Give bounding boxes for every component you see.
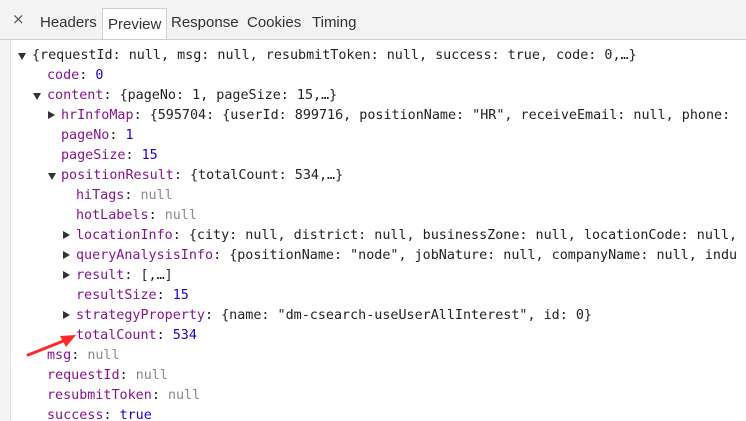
collapse-triangle-icon[interactable] <box>48 111 55 119</box>
root-preview: {requestId: null, msg: null, resubmitTok… <box>32 48 637 63</box>
hrinfomap-preview: {595704: {userId: 899716, positionName: … <box>149 108 731 123</box>
tree-row-totalcount: totalCount: 534 <box>76 328 197 343</box>
tree-row-hitags: hiTags: null <box>76 188 173 203</box>
expand-triangle-icon[interactable] <box>48 173 56 180</box>
tree-row-resultsize: resultSize: 15 <box>76 288 189 303</box>
tab-headers[interactable]: Headers <box>40 14 97 34</box>
collapse-triangle-icon[interactable] <box>63 231 70 239</box>
content-preview: {pageNo: 1, pageSize: 15,…} <box>119 88 338 103</box>
tree-row-success: success: true <box>47 408 152 421</box>
tab-timing[interactable]: Timing <box>312 14 356 34</box>
tree-row-pagesize: pageSize: 15 <box>61 148 158 163</box>
collapse-triangle-icon[interactable] <box>63 251 70 259</box>
tree-row-resubmittoken: resubmitToken: null <box>47 388 201 403</box>
tab-preview[interactable]: Preview <box>102 8 168 39</box>
collapse-triangle-icon[interactable] <box>63 311 70 319</box>
positionresult-preview: {totalCount: 534,…} <box>190 168 344 183</box>
tree-row-hotlabels: hotLabels: null <box>76 208 197 223</box>
tree-row-requestid: requestId: null <box>47 368 168 383</box>
devtools-tab-bar: × Headers Preview Response Cookies Timin… <box>0 0 746 40</box>
tab-cookies[interactable]: Cookies <box>247 14 301 34</box>
expand-triangle-icon[interactable] <box>18 53 26 60</box>
json-preview-tree: {requestId: null, msg: null, resubmitTok… <box>0 44 746 421</box>
tree-row-code: code: 0 <box>47 68 104 83</box>
collapse-triangle-icon[interactable] <box>63 271 70 279</box>
close-icon[interactable]: × <box>12 11 26 27</box>
expand-triangle-icon[interactable] <box>33 93 41 100</box>
red-arrow-annotation-icon <box>26 335 76 357</box>
tree-row-pageno: pageNo: 1 <box>61 128 134 143</box>
code-value: 0 <box>95 68 104 83</box>
tab-response[interactable]: Response <box>171 14 239 34</box>
